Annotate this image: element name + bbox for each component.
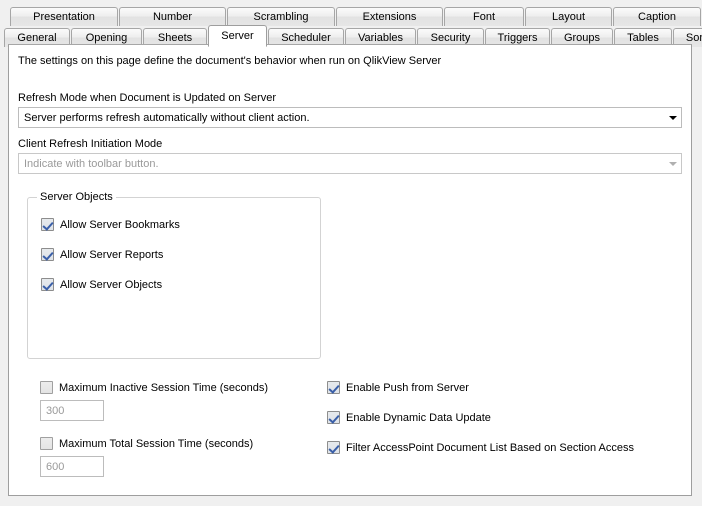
- page-description: The settings on this page define the doc…: [18, 55, 442, 67]
- server-object-checkbox[interactable]: [41, 218, 54, 231]
- server-option-checkbox[interactable]: [327, 441, 340, 454]
- tab-label: Extensions: [362, 11, 417, 23]
- client-refresh-label: Client Refresh Initiation Mode: [18, 138, 163, 150]
- tab-label: Scrambling: [253, 11, 309, 23]
- max-inactive-session-label: Maximum Inactive Session Time (seconds): [59, 381, 269, 394]
- server-option-row[interactable]: Enable Push from Server: [327, 381, 469, 394]
- tab-number[interactable]: Number: [119, 7, 226, 26]
- tab-label: Sort: [685, 32, 702, 44]
- max-total-session-input[interactable]: 600: [40, 456, 104, 477]
- max-inactive-session-checkbox-row[interactable]: Maximum Inactive Session Time (seconds): [40, 381, 268, 394]
- chevron-down-icon[interactable]: [664, 154, 681, 173]
- tab-label: Number: [152, 11, 193, 23]
- server-object-row[interactable]: Allow Server Objects: [41, 278, 162, 291]
- server-option-checkbox[interactable]: [327, 381, 340, 394]
- tab-label: Font: [472, 11, 495, 23]
- max-total-session-checkbox[interactable]: [40, 437, 53, 450]
- server-option-checkbox[interactable]: [327, 411, 340, 424]
- client-refresh-value: Indicate with toolbar button.: [24, 157, 159, 170]
- tab-label: Tables: [627, 32, 659, 44]
- tab-label: Variables: [357, 32, 404, 44]
- tab-presentation[interactable]: Presentation: [10, 7, 118, 26]
- tab-label: Presentation: [33, 11, 95, 23]
- tab-label: Opening: [85, 32, 128, 44]
- tab-label: Layout: [551, 11, 586, 23]
- tab-label: Server: [221, 30, 254, 42]
- tab-label: Groups: [563, 32, 601, 44]
- server-object-row[interactable]: Allow Server Bookmarks: [41, 218, 180, 231]
- tab-extensions[interactable]: Extensions: [336, 7, 443, 26]
- max-total-session-checkbox-row[interactable]: Maximum Total Session Time (seconds): [40, 437, 253, 450]
- server-option-label: Filter AccessPoint Document List Based o…: [346, 441, 634, 454]
- tab-label: Triggers: [497, 32, 538, 44]
- tab-layout[interactable]: Layout: [525, 7, 612, 26]
- refresh-mode-label: Refresh Mode when Document is Updated on…: [18, 92, 277, 104]
- tab-label: General: [17, 32, 57, 44]
- max-inactive-session-checkbox[interactable]: [40, 381, 53, 394]
- server-objects-title: Server Objects: [37, 191, 116, 203]
- chevron-down-icon[interactable]: [664, 108, 681, 127]
- server-option-row[interactable]: Filter AccessPoint Document List Based o…: [327, 441, 634, 454]
- tab-server[interactable]: Server: [208, 25, 267, 47]
- server-option-row[interactable]: Enable Dynamic Data Update: [327, 411, 491, 424]
- server-object-checkbox[interactable]: [41, 248, 54, 261]
- tab-label: Caption: [638, 11, 676, 23]
- max-total-session-label: Maximum Total Session Time (seconds): [59, 437, 254, 450]
- server-option-label: Enable Push from Server: [346, 381, 469, 394]
- tab-strip: Presentation Number Scrambling Extensions Fo…: [0, 0, 702, 47]
- server-object-row[interactable]: Allow Server Reports: [41, 248, 163, 261]
- max-total-session-value: 600: [46, 460, 65, 473]
- server-object-label: Allow Server Objects: [60, 278, 163, 291]
- max-inactive-session-input[interactable]: 300: [40, 400, 104, 421]
- server-option-label: Enable Dynamic Data Update: [346, 411, 491, 424]
- server-object-checkbox[interactable]: [41, 278, 54, 291]
- tab-scrambling[interactable]: Scrambling: [227, 7, 335, 26]
- settings-panel: The settings on this page define the doc…: [8, 44, 692, 496]
- client-refresh-dropdown[interactable]: Indicate with toolbar button.: [18, 153, 682, 174]
- tab-label: Scheduler: [281, 32, 331, 44]
- refresh-mode-dropdown[interactable]: Server performs refresh automatically wi…: [18, 107, 682, 128]
- tab-label: Security: [430, 32, 471, 44]
- tab-label: Sheets: [157, 32, 193, 44]
- server-object-label: Allow Server Bookmarks: [60, 218, 180, 231]
- tab-font[interactable]: Font: [444, 7, 524, 26]
- refresh-mode-value: Server performs refresh automatically wi…: [24, 111, 310, 124]
- server-objects-group: Server Objects Allow Server Bookmarks All…: [27, 191, 321, 359]
- tab-row-top: Presentation Number Scrambling Extensions Fo…: [10, 4, 702, 26]
- max-inactive-session-value: 300: [46, 404, 65, 417]
- tab-caption[interactable]: Caption: [613, 7, 701, 26]
- server-object-label: Allow Server Reports: [60, 248, 164, 261]
